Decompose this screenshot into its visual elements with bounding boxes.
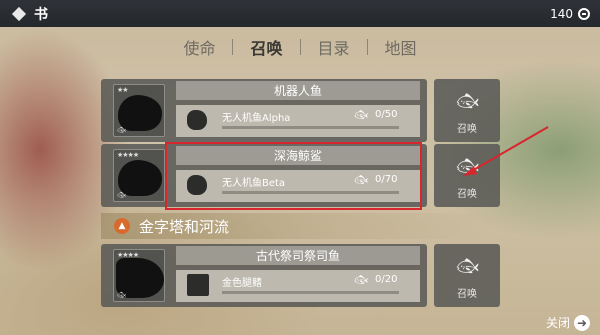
pyramid-icon: ▲ (114, 218, 130, 234)
close-button[interactable]: 关闭 ➜ (546, 314, 590, 331)
fish-count-icon: 🐟︎ (354, 273, 368, 286)
section-title: 金字塔和河流 (139, 217, 230, 236)
summon-button[interactable]: 🐟︎ 召唤 (434, 244, 500, 307)
progress-bar (222, 291, 399, 294)
golden-fin-icon (187, 274, 209, 296)
fish-icon: 🐟︎ (456, 256, 479, 277)
fish-small-icon: 🐟︎ (117, 291, 126, 299)
fish-card: ★★★★ 🐟︎ 古代祭司祭司鱼 金色腿鳍 🐟︎ 0/20 (101, 244, 427, 307)
requirement-row: 金色腿鳍 🐟︎ 0/20 (176, 270, 420, 302)
close-label: 关闭 (545, 316, 570, 330)
summon-label: 召唤 (457, 289, 477, 300)
arrow-right-icon: ➜ (574, 314, 590, 331)
requirement-count: 0/20 (375, 274, 398, 285)
section-header: ▲ 金字塔和河流 (101, 213, 500, 239)
fish-name: 古代祭司祭司鱼 (176, 246, 420, 265)
fish-thumbnail: ★★★★ 🐟︎ (113, 249, 165, 302)
requirement-name: 金色腿鳍 (222, 278, 262, 289)
